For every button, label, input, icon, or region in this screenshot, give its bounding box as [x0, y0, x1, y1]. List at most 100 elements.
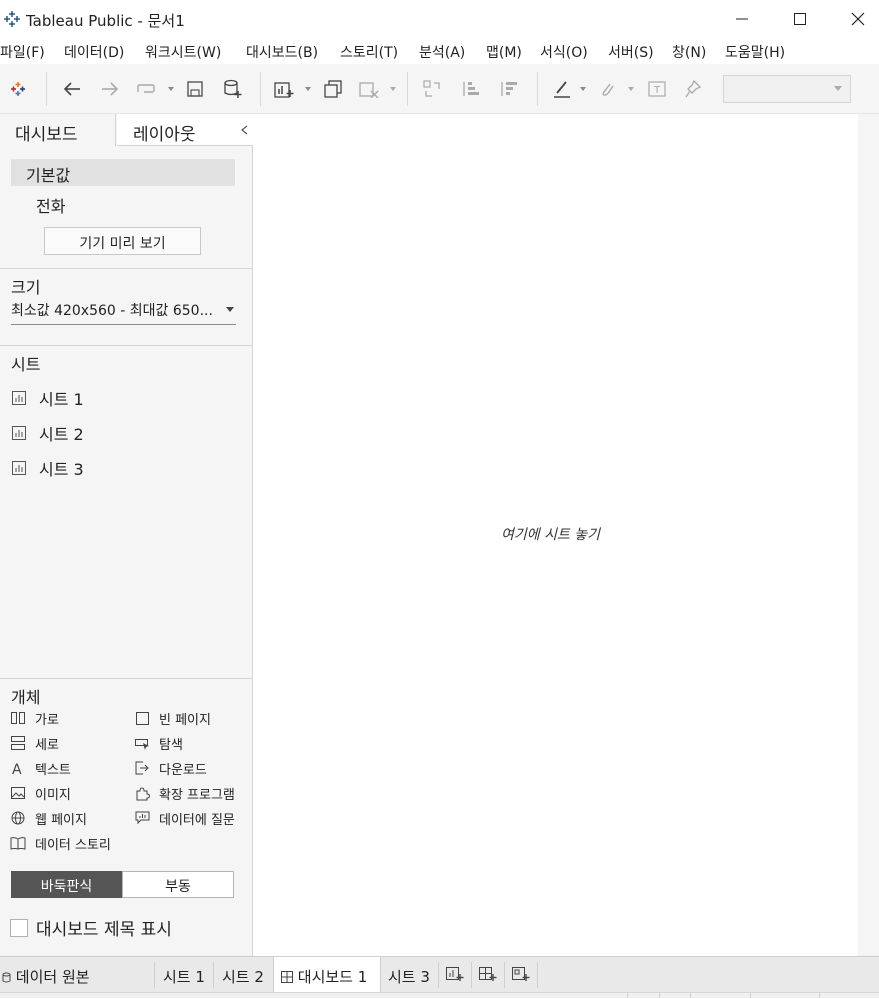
new-worksheet-dropdown-icon[interactable] [304, 85, 312, 93]
device-phone[interactable]: 전화 [36, 193, 65, 217]
chevron-left-icon [240, 125, 247, 134]
object-ask-data[interactable]: 데이터에 질문 [134, 808, 235, 828]
tab-dashboard-1[interactable]: 대시보드 1 [273, 957, 381, 993]
menu-server[interactable]: 서버(S) [608, 42, 654, 62]
device-default[interactable]: 기본값 [11, 159, 235, 186]
tab-dashboard[interactable]: 대시보드 [0, 114, 116, 146]
panel-tabs: 대시보드 레이아웃 [0, 114, 253, 146]
sheet-list-item[interactable]: 시트 1 [12, 386, 84, 410]
maximize-button[interactable] [777, 6, 823, 32]
highlight-icon[interactable] [550, 77, 574, 101]
book-icon [10, 835, 26, 851]
blank-icon [134, 710, 150, 726]
group-members-icon[interactable] [595, 77, 619, 101]
tab-sheet-1[interactable]: 시트 1 [163, 957, 205, 993]
swap-rows-columns-icon[interactable] [420, 77, 444, 101]
tableau-logo-icon [3, 10, 21, 28]
object-data-story[interactable]: 데이터 스토리 [10, 833, 111, 853]
menu-dashboard[interactable]: 대시보드(B) [246, 42, 318, 62]
new-dashboard-tab-button[interactable] [479, 957, 497, 993]
download-icon [134, 760, 150, 776]
puzzle-icon [134, 785, 150, 801]
menu-data[interactable]: 데이터(D) [64, 42, 124, 62]
divider [0, 345, 253, 346]
new-story-icon [512, 967, 530, 981]
object-navigation[interactable]: 탐색 [134, 733, 183, 753]
show-title-checkbox[interactable] [10, 918, 28, 937]
dashboard-canvas[interactable]: 여기에 시트 놓기 [254, 114, 858, 956]
object-webpage[interactable]: 웹 페이지 [10, 808, 87, 828]
tiled-toggle[interactable]: 바둑판식 [11, 871, 122, 898]
clear-dropdown-icon[interactable] [389, 85, 397, 93]
size-select[interactable]: 최소값 420x560 - 최대값 650... [11, 300, 236, 325]
database-icon [2, 972, 11, 983]
title-bar: Tableau Public - 문서1 [0, 0, 879, 38]
duplicate-sheet-icon[interactable] [321, 77, 345, 101]
save-icon[interactable] [183, 77, 207, 101]
menu-worksheet[interactable]: 워크시트(W) [145, 42, 221, 62]
drop-sheets-hint: 여기에 시트 놓기 [501, 527, 601, 543]
show-mark-labels-icon[interactable]: T [645, 77, 669, 101]
menu-map[interactable]: 맵(M) [486, 42, 522, 62]
object-vertical[interactable]: 세로 [10, 733, 59, 753]
size-section-title: 크기 [11, 278, 41, 297]
collapse-panel-button[interactable] [235, 114, 253, 146]
tab-data-source[interactable]: 데이터 원본 [2, 957, 90, 993]
canvas-margin [858, 114, 879, 956]
replay-icon[interactable] [134, 77, 158, 101]
sheets-section-title: 시트 [11, 355, 41, 374]
object-label: 웹 페이지 [35, 812, 87, 828]
sheet-label: 시트 3 [39, 460, 84, 479]
object-image[interactable]: 이미지 [10, 783, 71, 803]
menu-analysis[interactable]: 분석(A) [419, 42, 465, 62]
fix-axes-pin-icon[interactable] [681, 77, 705, 101]
menu-window[interactable]: 창(N) [672, 42, 706, 62]
object-label: 세로 [35, 737, 59, 753]
floating-toggle[interactable]: 부동 [122, 871, 234, 898]
menu-file[interactable]: 파일(F) [0, 42, 45, 62]
clear-sheet-icon[interactable] [357, 77, 381, 101]
object-blank[interactable]: 빈 페이지 [134, 708, 211, 728]
divider [0, 268, 253, 269]
object-label: 이미지 [35, 787, 71, 803]
undo-icon[interactable] [60, 77, 84, 101]
object-text[interactable]: A 텍스트 [10, 758, 71, 778]
new-worksheet-tab-button[interactable] [446, 957, 464, 993]
object-label: 데이터에 질문 [159, 812, 235, 828]
show-dashboard-title[interactable]: 대시보드 제목 표시 [10, 915, 172, 940]
menu-format[interactable]: 서식(O) [540, 42, 588, 62]
ask-data-icon [134, 810, 150, 826]
sheet-tab-bar: 데이터 원본 시트 1 시트 2 대시보드 1 시트 3 [0, 956, 879, 993]
menu-help[interactable]: 도움말(H) [725, 42, 785, 62]
tab-sheet-2[interactable]: 시트 2 [222, 957, 264, 993]
minimize-button[interactable] [719, 6, 765, 32]
chevron-down-icon [226, 307, 234, 312]
object-label: 가로 [35, 712, 59, 728]
sort-ascending-icon[interactable] [458, 77, 482, 101]
sheet-label: 시트 2 [39, 425, 84, 444]
object-extension[interactable]: 확장 프로그램 [134, 783, 235, 803]
new-story-tab-button[interactable] [512, 957, 530, 993]
sort-descending-icon[interactable] [496, 77, 520, 101]
tableau-home-icon[interactable] [6, 77, 30, 101]
tab-layout[interactable]: 레이아웃 [117, 114, 235, 146]
replay-dropdown-icon[interactable] [167, 85, 175, 93]
device-preview-button[interactable]: 기기 미리 보기 [44, 227, 201, 255]
object-label: 빈 페이지 [159, 712, 211, 728]
objects-section-title: 개체 [11, 688, 41, 707]
redo-icon[interactable] [98, 77, 122, 101]
menu-story[interactable]: 스토리(T) [340, 42, 398, 62]
close-button[interactable] [835, 6, 879, 32]
group-dropdown-icon[interactable] [627, 85, 635, 93]
highlight-dropdown-icon[interactable] [579, 85, 587, 93]
new-dashboard-icon [479, 967, 497, 981]
sheet-list-item[interactable]: 시트 3 [12, 456, 84, 480]
show-title-label: 대시보드 제목 표시 [36, 920, 172, 940]
object-horizontal[interactable]: 가로 [10, 708, 59, 728]
fit-select[interactable] [723, 75, 851, 103]
tab-sheet-3[interactable]: 시트 3 [388, 957, 430, 993]
object-download[interactable]: 다운로드 [134, 758, 207, 778]
new-data-source-icon[interactable] [221, 77, 245, 101]
sheet-list-item[interactable]: 시트 2 [12, 421, 84, 445]
new-worksheet-icon[interactable] [272, 77, 296, 101]
